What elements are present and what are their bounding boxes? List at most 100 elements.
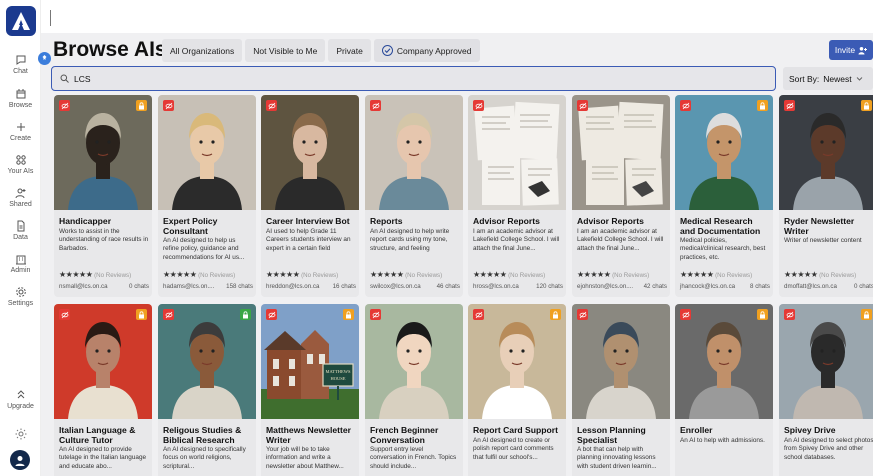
invite-button[interactable]: Invite (829, 40, 873, 60)
filter-company-approved-label: Company Approved (396, 45, 472, 56)
chat-count: 158 chats (226, 283, 253, 290)
sidebar-item-chat[interactable]: Chat (0, 54, 41, 75)
review-count: (No Reviews) (196, 272, 236, 279)
hidden-eye-icon (266, 100, 277, 111)
lock-icon (343, 309, 354, 320)
ai-card-title: Italian Language & Culture Tutor (59, 425, 136, 446)
rating-stars: ★★★★★ (No Reviews) (163, 270, 235, 279)
sidebar-item-your-ais[interactable]: Your AIs (0, 154, 41, 175)
ai-card-title: Career Interview Bot (266, 216, 350, 226)
filter-company-approved[interactable]: Company Approved (373, 39, 480, 62)
hidden-eye-icon (59, 100, 70, 111)
hidden-eye-icon (680, 100, 691, 111)
ai-card-footer: jhancock@lcs.on.ca 8 chats (680, 283, 770, 290)
ai-card-title: Advisor Reports (473, 216, 540, 226)
ai-card-thumbnail (54, 95, 152, 210)
sidebar-item-settings[interactable]: Settings (0, 286, 41, 307)
ai-card-description: A bot that can help with planning innova… (577, 446, 657, 470)
chat-count: 46 chats (436, 283, 460, 290)
ai-card-title: Lesson Planning Specialist (577, 425, 646, 446)
chat-count: 120 chats (536, 283, 563, 290)
lock-icon (861, 309, 872, 320)
sidebar-item-label: Shared (9, 201, 32, 208)
ai-card[interactable]: Expert Policy Consultant An AI designed t… (158, 95, 256, 297)
filter-all-organizations[interactable]: All Organizations (162, 39, 243, 62)
sidebar-item-create[interactable]: Create (0, 121, 41, 142)
invite-label: Invite (834, 45, 856, 55)
ai-card[interactable]: Medical Research and Documentation Medica… (675, 95, 773, 297)
sidebar-item-shared[interactable]: Shared (0, 187, 41, 208)
ai-card[interactable]: Italian Language & Culture Tutor An AI de… (54, 304, 152, 476)
upgrade-button[interactable]: Upgrade (0, 389, 41, 410)
ai-card[interactable]: Handicapper Works to assist in the unders… (54, 95, 152, 297)
ai-card[interactable]: Religous Studies & Biblical Research An A… (158, 304, 256, 476)
ai-card[interactable]: Reports An AI designed to help write repo… (365, 95, 463, 297)
ai-card-thumbnail (779, 95, 873, 210)
ai-card[interactable]: MATTHEWS HOUSE Matthews Newsletter Write… (261, 304, 359, 476)
ai-card-title: Advisor Reports (577, 216, 644, 226)
page-title: Browse AIs (53, 38, 167, 61)
ai-card-description: Your job will be to take information and… (266, 446, 344, 470)
ai-card-footer: hross@lcs.on.ca 120 chats (473, 283, 563, 290)
sidebar-item-data[interactable]: Data (0, 220, 41, 241)
sort-dropdown[interactable]: Sort By: Newest (783, 67, 873, 90)
owner-email: hadams@lcs.on.... (163, 283, 215, 290)
pin-icon[interactable] (38, 52, 51, 65)
ai-card-thumbnail: MATTHEWS HOUSE (261, 304, 359, 419)
ai-card-title: Religous Studies & Biblical Research (163, 425, 242, 446)
sidebar-item-label: Your AIs (7, 168, 34, 175)
rating-stars: ★★★★★ (No Reviews) (577, 270, 649, 279)
review-count: (No Reviews) (403, 272, 443, 279)
sidebar-item-browse[interactable]: Browse (0, 88, 41, 109)
ai-card-thumbnail (158, 95, 256, 210)
sidebar-item-admin[interactable]: Admin (0, 253, 41, 274)
ai-card[interactable]: Spivey Drive An AI designed to select pho… (779, 304, 873, 476)
plus-icon (16, 123, 25, 131)
avatar[interactable] (10, 450, 30, 470)
review-count: (No Reviews) (817, 272, 857, 279)
ai-card-title: Ryder Newsletter Writer (784, 216, 855, 237)
ai-card-grid: Handicapper Works to assist in the unders… (54, 95, 873, 476)
chat-count: 0 chats (854, 283, 873, 290)
ai-card-thumbnail (572, 304, 670, 419)
chevron-down-icon (856, 77, 862, 81)
ai-card-footer: swilcox@lcs.on.ca 46 chats (370, 283, 460, 290)
sort-value: Newest (823, 73, 852, 84)
chat-count: 0 chats (129, 283, 149, 290)
ai-card[interactable]: Lesson Planning Specialist A bot that can… (572, 304, 670, 476)
ai-card-description: AI used to help Grade 11 Careers student… (266, 228, 351, 252)
star-rating: ★★★★★ (370, 270, 404, 279)
ai-card-thumbnail (365, 95, 463, 210)
search-input[interactable] (74, 73, 674, 84)
rating-stars: ★★★★★ (No Reviews) (473, 270, 545, 279)
hidden-eye-icon (577, 100, 588, 111)
divider (50, 10, 51, 26)
rating-stars: ★★★★★ (No Reviews) (370, 270, 442, 279)
ai-card-description: An AI to help with admissions. (680, 437, 765, 444)
ai-card[interactable]: Report Card Support An AI designed to cre… (468, 304, 566, 476)
ai-card-footer: ejohnston@lcs.on.... 42 chats (577, 283, 667, 290)
ai-card[interactable]: French Beginner Conversation Support entr… (365, 304, 463, 476)
upgrade-label: Upgrade (7, 403, 34, 410)
filter-private[interactable]: Private (328, 39, 371, 62)
ai-card-title: French Beginner Conversation (370, 425, 439, 446)
hidden-eye-icon (163, 100, 174, 111)
ai-card[interactable]: Advisor Reports I am an academic advisor … (468, 95, 566, 297)
ai-card[interactable]: Enroller An AI to help with admissions. (675, 304, 773, 476)
user-avatar-icon (15, 456, 25, 466)
sidebar-item-label: Settings (7, 300, 34, 307)
ai-card[interactable]: Career Interview Bot AI used to help Grad… (261, 95, 359, 297)
ai-card-title: Enroller (680, 425, 713, 435)
filter-not-visible[interactable]: Not Visible to Me (245, 39, 326, 62)
theme-toggle[interactable] (0, 428, 41, 442)
building-icon (15, 255, 26, 265)
app-logo[interactable] (6, 6, 36, 36)
ai-card[interactable]: Advisor Reports I am an academic advisor … (572, 95, 670, 297)
owner-email: ejohnston@lcs.on.... (577, 283, 634, 290)
star-rating: ★★★★★ (784, 270, 818, 279)
svg-text:MATTHEWS: MATTHEWS (326, 369, 351, 374)
ai-card-footer: hadams@lcs.on.... 158 chats (163, 283, 253, 290)
ai-card[interactable]: Ryder Newsletter Writer Writer of newslet… (779, 95, 873, 297)
lock-icon (136, 100, 147, 111)
ai-card-thumbnail (468, 95, 566, 210)
